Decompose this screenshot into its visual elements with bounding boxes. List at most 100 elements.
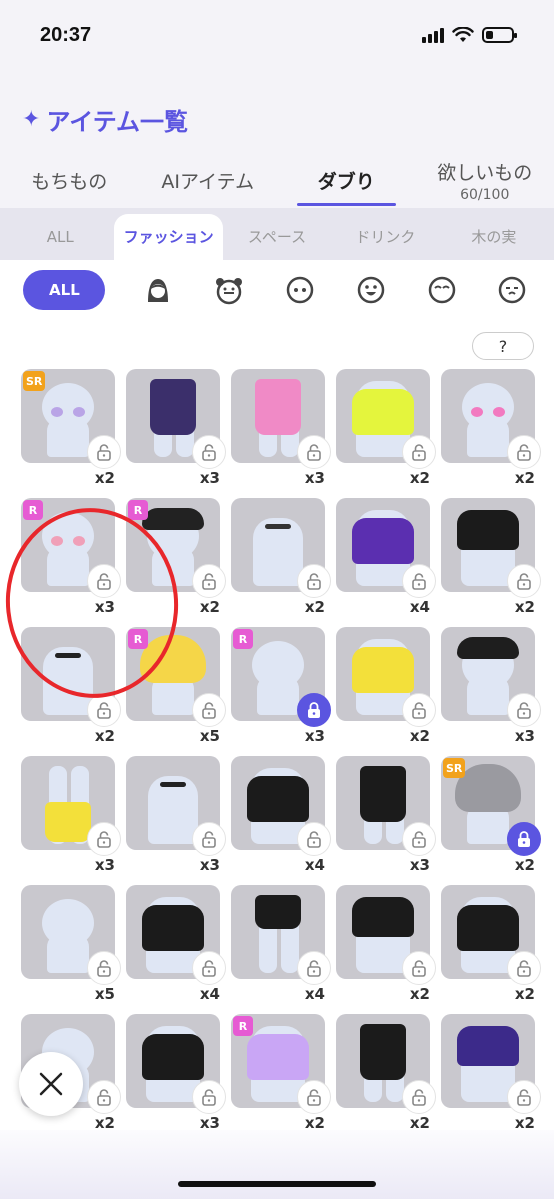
item-count: x4: [304, 856, 325, 874]
category-tab-space[interactable]: スペース: [223, 214, 331, 260]
filter-all-button[interactable]: ALL: [23, 270, 106, 310]
lock-open-icon[interactable]: [297, 564, 331, 598]
item-tile[interactable]: x2: [441, 498, 541, 616]
item-tile[interactable]: x2: [441, 1014, 541, 1132]
lock-open-icon[interactable]: [402, 1080, 436, 1114]
lock-open-icon[interactable]: [192, 1080, 226, 1114]
item-tile[interactable]: x4: [231, 885, 331, 1003]
item-tile[interactable]: Rx2: [126, 498, 226, 616]
category-tab-fashion[interactable]: ファッション: [114, 214, 223, 260]
lock-open-icon[interactable]: [87, 693, 121, 727]
lock-open-icon[interactable]: [507, 435, 541, 469]
item-tile[interactable]: x3: [231, 369, 331, 487]
item-count: x4: [409, 598, 430, 616]
item-tile[interactable]: x3: [126, 756, 226, 874]
lock-open-icon[interactable]: [297, 1080, 331, 1114]
category-tab-nuts[interactable]: 木の実: [440, 214, 548, 260]
item-tile[interactable]: x3: [336, 756, 436, 874]
lock-open-icon[interactable]: [87, 435, 121, 469]
lock-open-icon[interactable]: [402, 693, 436, 727]
item-count: x2: [94, 727, 115, 745]
item-tile[interactable]: x4: [126, 885, 226, 1003]
item-count: x3: [304, 727, 325, 745]
battery-icon: [482, 27, 517, 43]
lock-open-icon[interactable]: [192, 564, 226, 598]
lock-open-icon[interactable]: [87, 951, 121, 985]
hair-icon[interactable]: [140, 272, 176, 308]
page-title: ✦ アイテム一覧: [22, 102, 188, 137]
item-count: x2: [409, 727, 430, 745]
animal-face-icon[interactable]: [211, 272, 247, 308]
lock-closed-icon[interactable]: [507, 822, 541, 856]
tab-ai-items[interactable]: AIアイテム: [139, 150, 278, 210]
tab-duplicates[interactable]: ダブり: [277, 150, 416, 210]
item-count: x4: [304, 985, 325, 1003]
rarity-badge: SR: [443, 758, 466, 778]
help-button[interactable]: ?: [472, 332, 534, 360]
item-count: x2: [199, 598, 220, 616]
item-count: x3: [304, 469, 325, 487]
item-tile[interactable]: x2: [336, 885, 436, 1003]
lock-open-icon[interactable]: [297, 951, 331, 985]
closed-eyes-face-icon[interactable]: [424, 272, 460, 308]
face-icon[interactable]: [282, 272, 318, 308]
item-tile[interactable]: x3: [126, 1014, 226, 1132]
lock-open-icon[interactable]: [402, 564, 436, 598]
item-tile[interactable]: Rx2: [231, 1014, 331, 1132]
tab-label: AIアイテム: [161, 170, 255, 193]
lock-open-icon[interactable]: [402, 435, 436, 469]
item-grid: SR x2 x3 x3 x2 x2 Rx3 Rx2 x2 x4 x2 x2 Rx5 Rx3 x2 x3 x3 x3…: [21, 369, 541, 1132]
category-tab-drink[interactable]: ドリンク: [331, 214, 439, 260]
lock-open-icon[interactable]: [507, 564, 541, 598]
item-tile[interactable]: SR x2: [441, 756, 541, 874]
lock-open-icon[interactable]: [192, 951, 226, 985]
lock-open-icon[interactable]: [87, 1080, 121, 1114]
lock-open-icon[interactable]: [87, 564, 121, 598]
tab-label: ダブり: [317, 170, 375, 193]
item-tile[interactable]: x5: [21, 885, 121, 1003]
lock-open-icon[interactable]: [87, 822, 121, 856]
smile-face-icon[interactable]: [353, 272, 389, 308]
tab-mochimono[interactable]: もちもの: [0, 150, 139, 210]
item-tile[interactable]: x2: [231, 498, 331, 616]
tab-wishlist[interactable]: 欲しいもの 60/100: [416, 150, 554, 210]
close-icon: [39, 1072, 63, 1096]
item-count: x2: [409, 985, 430, 1003]
lock-closed-icon[interactable]: [297, 693, 331, 727]
item-count: x5: [199, 727, 220, 745]
lock-open-icon[interactable]: [402, 951, 436, 985]
lock-open-icon[interactable]: [507, 693, 541, 727]
close-button[interactable]: [19, 1052, 83, 1116]
item-tile[interactable]: Rx3: [231, 627, 331, 745]
lock-open-icon[interactable]: [192, 822, 226, 856]
item-tile[interactable]: SR x2: [21, 369, 121, 487]
lock-open-icon[interactable]: [297, 822, 331, 856]
item-tile[interactable]: x3: [21, 756, 121, 874]
category-tabs: ALL ファッション スペース ドリンク 木の実: [0, 208, 554, 260]
item-tile[interactable]: x2: [336, 627, 436, 745]
item-tile[interactable]: x2: [336, 369, 436, 487]
main-tabs: もちもの AIアイテム ダブり 欲しいもの 60/100: [0, 150, 554, 210]
wifi-icon: [452, 27, 474, 42]
lock-open-icon[interactable]: [507, 1080, 541, 1114]
lock-open-icon[interactable]: [192, 435, 226, 469]
item-tile[interactable]: Rx5: [126, 627, 226, 745]
item-tile[interactable]: x4: [231, 756, 331, 874]
category-tab-all[interactable]: ALL: [6, 214, 114, 260]
item-count: x3: [514, 727, 535, 745]
item-tile[interactable]: x2: [441, 885, 541, 1003]
lock-open-icon[interactable]: [192, 693, 226, 727]
item-tile[interactable]: x4: [336, 498, 436, 616]
item-tile[interactable]: x2: [21, 627, 121, 745]
lock-open-icon[interactable]: [297, 435, 331, 469]
sleepy-face-icon[interactable]: [494, 272, 530, 308]
item-tile[interactable]: x2: [336, 1014, 436, 1132]
item-tile[interactable]: Rx3: [21, 498, 121, 616]
status-icons: [422, 27, 517, 43]
item-tile[interactable]: x3: [126, 369, 226, 487]
item-tile[interactable]: x3: [441, 627, 541, 745]
item-tile[interactable]: x2: [441, 369, 541, 487]
lock-open-icon[interactable]: [507, 951, 541, 985]
home-indicator: [178, 1181, 376, 1187]
lock-open-icon[interactable]: [402, 822, 436, 856]
